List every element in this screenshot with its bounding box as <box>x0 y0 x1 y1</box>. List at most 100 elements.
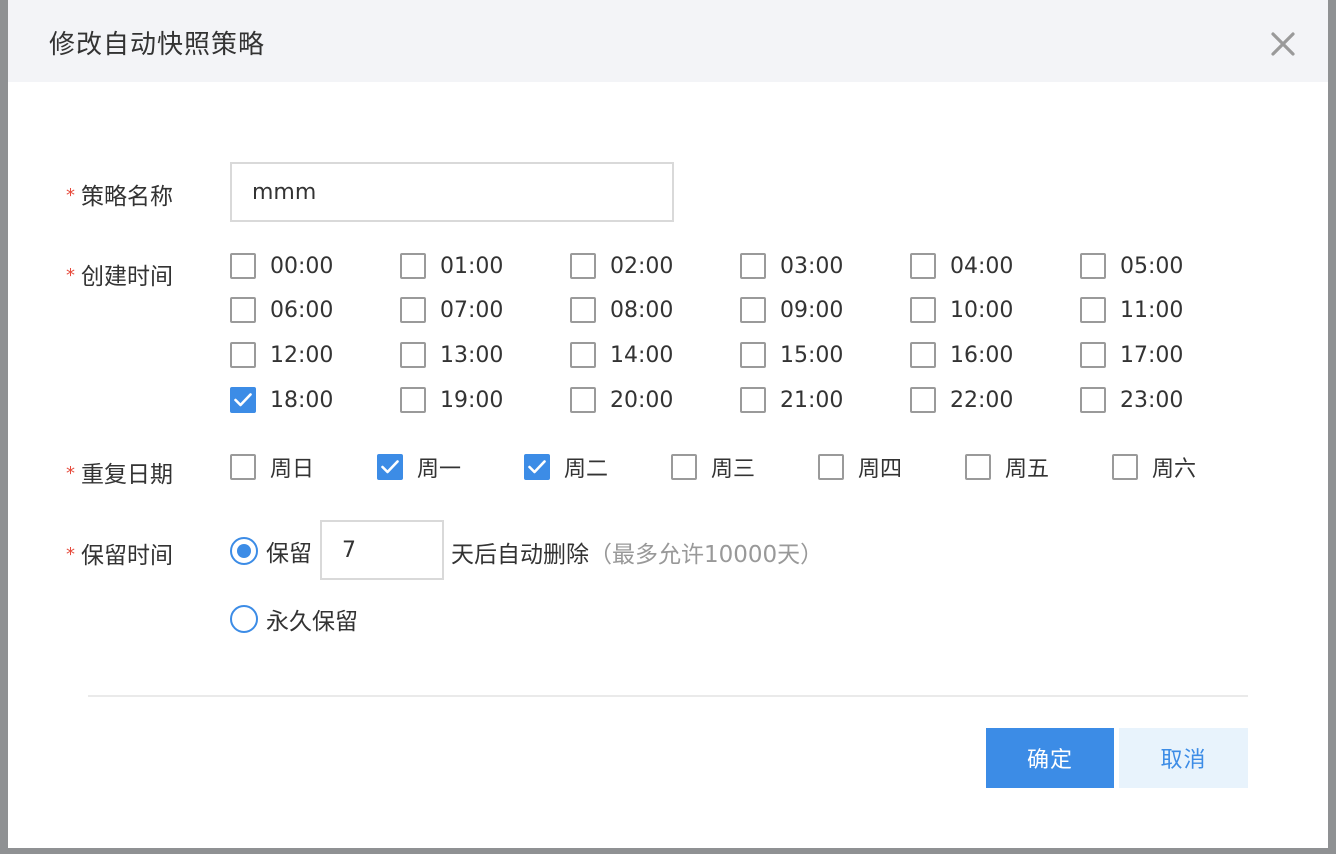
checkbox[interactable] <box>740 253 766 279</box>
time-option-1300-label: 13:00 <box>440 342 504 368</box>
time-option-1100[interactable]: 11:00 <box>1080 297 1183 323</box>
radio-button[interactable] <box>230 605 258 633</box>
checkbox[interactable] <box>1080 342 1106 368</box>
time-option-1000[interactable]: 10:00 <box>910 297 1013 323</box>
checkbox[interactable] <box>818 454 844 480</box>
checkbox[interactable] <box>740 387 766 413</box>
retention-hint: （最多允许10000天） <box>589 542 824 568</box>
required-mark: * <box>66 185 75 206</box>
checkbox-checked[interactable] <box>230 387 256 413</box>
time-option-0700[interactable]: 07:00 <box>400 297 503 323</box>
create-time-label-text: 创建时间 <box>81 264 173 290</box>
time-option-2100[interactable]: 21:00 <box>740 387 843 413</box>
confirm-button[interactable]: 确定 <box>986 728 1114 788</box>
time-option-1900-label: 19:00 <box>440 387 504 413</box>
time-option-0500-label: 05:00 <box>1120 253 1184 279</box>
checkbox[interactable] <box>910 342 936 368</box>
retention-suffix: 天后自动删除（最多允许10000天） <box>451 535 823 569</box>
repeat-day-option-0[interactable]: 周日 <box>230 451 314 483</box>
repeat-day-option-6[interactable]: 周六 <box>1112 451 1196 483</box>
checkbox[interactable] <box>1080 253 1106 279</box>
time-option-2300[interactable]: 23:00 <box>1080 387 1183 413</box>
edit-snapshot-policy-dialog: 修改自动快照策略 * 策略名称 * 创建时间 00:00 01:00 02:00 03:0… <box>8 0 1328 848</box>
checkbox-checked[interactable] <box>377 454 403 480</box>
footer-divider <box>88 695 1248 697</box>
time-option-2200[interactable]: 22:00 <box>910 387 1013 413</box>
checkbox[interactable] <box>400 387 426 413</box>
time-option-0900[interactable]: 09:00 <box>740 297 843 323</box>
checkmark-icon <box>528 460 546 474</box>
time-option-1500[interactable]: 15:00 <box>740 342 843 368</box>
close-icon[interactable] <box>1267 28 1299 60</box>
time-option-0000-label: 00:00 <box>270 253 334 279</box>
time-option-0400-label: 04:00 <box>950 253 1014 279</box>
time-option-0800[interactable]: 08:00 <box>570 297 673 323</box>
radio-button[interactable] <box>230 537 258 565</box>
time-option-0300[interactable]: 03:00 <box>740 253 843 279</box>
time-option-2000[interactable]: 20:00 <box>570 387 673 413</box>
create-time-label: * 创建时间 <box>66 257 173 291</box>
checkbox[interactable] <box>400 253 426 279</box>
time-option-1500-label: 15:00 <box>780 342 844 368</box>
checkbox[interactable] <box>230 454 256 480</box>
checkbox[interactable] <box>570 342 596 368</box>
time-option-1600[interactable]: 16:00 <box>910 342 1013 368</box>
policy-name-input[interactable] <box>230 162 674 222</box>
dialog-header: 修改自动快照策略 <box>8 0 1328 82</box>
time-option-0100[interactable]: 01:00 <box>400 253 503 279</box>
checkbox[interactable] <box>910 253 936 279</box>
repeat-day-option-2[interactable]: 周二 <box>524 451 608 483</box>
checkbox[interactable] <box>230 253 256 279</box>
checkbox-checked[interactable] <box>524 454 550 480</box>
time-option-1300[interactable]: 13:00 <box>400 342 503 368</box>
repeat-day-option-1[interactable]: 周一 <box>377 451 461 483</box>
checkbox[interactable] <box>1112 454 1138 480</box>
checkbox[interactable] <box>1080 387 1106 413</box>
checkbox[interactable] <box>230 342 256 368</box>
time-option-0400[interactable]: 04:00 <box>910 253 1013 279</box>
retention-keep-radio[interactable]: 保留 <box>230 534 312 568</box>
cancel-button[interactable]: 取消 <box>1119 728 1248 788</box>
time-option-0500[interactable]: 05:00 <box>1080 253 1183 279</box>
repeat-day-option-5-label: 周五 <box>1005 457 1050 482</box>
repeat-day-option-5[interactable]: 周五 <box>965 451 1049 483</box>
checkbox[interactable] <box>910 387 936 413</box>
retention-days-input[interactable] <box>320 520 444 580</box>
retention-forever-radio[interactable]: 永久保留 <box>230 602 358 636</box>
retention-suffix-text: 天后自动删除 <box>451 542 589 568</box>
checkbox[interactable] <box>671 454 697 480</box>
time-option-1700-label: 17:00 <box>1120 342 1184 368</box>
time-option-0900-label: 09:00 <box>780 297 844 323</box>
checkbox[interactable] <box>570 297 596 323</box>
checkbox[interactable] <box>400 342 426 368</box>
time-option-1000-label: 10:00 <box>950 297 1014 323</box>
repeat-day-option-3[interactable]: 周三 <box>671 451 755 483</box>
time-option-1800-label: 18:00 <box>270 387 334 413</box>
time-option-0600[interactable]: 06:00 <box>230 297 333 323</box>
time-option-1800[interactable]: 18:00 <box>230 387 333 413</box>
time-option-0000[interactable]: 00:00 <box>230 253 333 279</box>
time-option-1400[interactable]: 14:00 <box>570 342 673 368</box>
checkbox[interactable] <box>570 253 596 279</box>
time-option-0200-label: 02:00 <box>610 253 674 279</box>
time-option-1700[interactable]: 17:00 <box>1080 342 1183 368</box>
checkbox[interactable] <box>740 297 766 323</box>
checkbox[interactable] <box>1080 297 1106 323</box>
time-option-1900[interactable]: 19:00 <box>400 387 503 413</box>
time-option-1200[interactable]: 12:00 <box>230 342 333 368</box>
time-option-2200-label: 22:00 <box>950 387 1014 413</box>
checkbox[interactable] <box>230 297 256 323</box>
time-option-2300-label: 23:00 <box>1120 387 1184 413</box>
time-option-1200-label: 12:00 <box>270 342 334 368</box>
checkbox[interactable] <box>965 454 991 480</box>
checkbox[interactable] <box>910 297 936 323</box>
repeat-days-label-text: 重复日期 <box>81 462 173 488</box>
checkbox[interactable] <box>740 342 766 368</box>
time-option-2100-label: 21:00 <box>780 387 844 413</box>
time-option-0200[interactable]: 02:00 <box>570 253 673 279</box>
checkbox[interactable] <box>400 297 426 323</box>
required-mark: * <box>66 463 75 484</box>
checkmark-icon <box>381 460 399 474</box>
checkbox[interactable] <box>570 387 596 413</box>
repeat-day-option-4[interactable]: 周四 <box>818 451 902 483</box>
